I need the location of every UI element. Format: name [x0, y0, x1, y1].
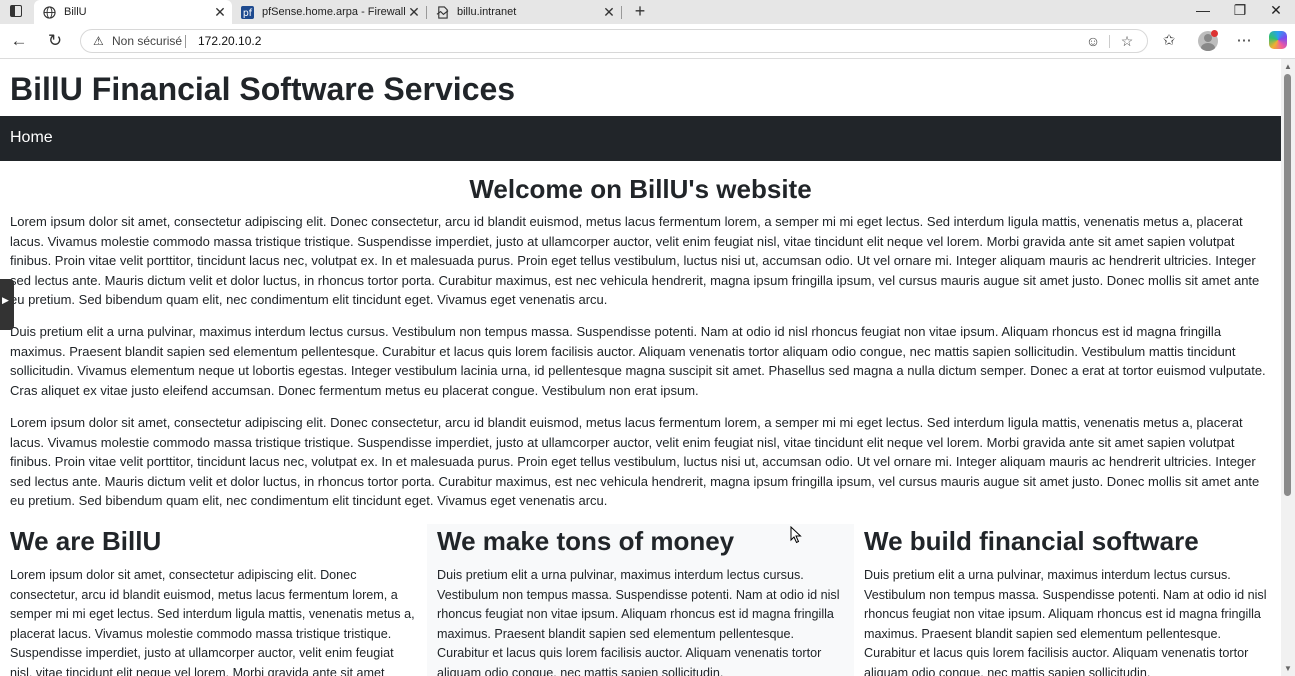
favorites-icon[interactable]: ✩ [1158, 31, 1180, 49]
reading-view-icon[interactable]: ☺ [1084, 33, 1102, 49]
column-heading: We make tons of money [437, 526, 735, 556]
tab-separator [621, 6, 622, 19]
back-button[interactable]: ← [9, 31, 29, 51]
tab-title: BillU [64, 6, 87, 18]
page-viewport: BillU Financial Software Services Home W… [0, 59, 1281, 676]
intro-paragraph: Lorem ipsum dolor sit amet, consectetur … [10, 214, 1260, 308]
divider [1109, 35, 1110, 48]
column-text: Duis pretium elit a urna pulvinar, maxim… [864, 568, 1267, 676]
column-text: Duis pretium elit a urna pulvinar, maxim… [437, 568, 840, 676]
favorite-star-icon[interactable]: ☆ [1118, 33, 1136, 50]
close-window-button[interactable]: ✕ [1266, 2, 1286, 19]
site-title: BillU Financial Software Services [10, 71, 516, 107]
warning-icon[interactable]: ⚠ [93, 34, 104, 48]
tab-billu-intranet[interactable]: billu.intranet ✕ [427, 0, 621, 24]
svg-text:pf: pf [242, 8, 252, 19]
close-tab-icon[interactable]: ✕ [406, 4, 422, 21]
column-text: Lorem ipsum dolor sit amet, consectetur … [10, 568, 415, 676]
navbar: Home [0, 116, 1281, 161]
security-label[interactable]: Non sécurisé [112, 34, 182, 48]
intro-paragraph: Duis pretium elit a urna pulvinar, maxim… [10, 324, 1266, 398]
nav-home-link[interactable]: Home [10, 129, 53, 147]
close-tab-icon[interactable]: ✕ [601, 4, 617, 21]
feature-column: We make tons of money Duis pretium elit … [427, 524, 854, 676]
toolbar: ← ↻ ⚠ Non sécurisé 172.20.10.2 ☺ ☆ [0, 24, 1295, 59]
column-heading: We build financial software [864, 526, 1199, 556]
caret-right-icon: ▶ [2, 295, 9, 305]
more-menu-icon[interactable]: ⋯ [1233, 31, 1255, 49]
close-tab-icon[interactable]: ✕ [212, 4, 228, 21]
globe-icon [42, 5, 56, 19]
pfsense-icon: pf [240, 5, 254, 19]
copilot-icon[interactable] [1269, 31, 1287, 49]
minimize-button[interactable]: — [1193, 2, 1213, 18]
sidebar-toggle-handle[interactable]: ▶ [0, 279, 14, 330]
intro-paragraph: Lorem ipsum dolor sit amet, consectetur … [10, 415, 1260, 509]
mouse-cursor-icon [790, 526, 802, 544]
tab-actions-icon[interactable] [10, 5, 22, 17]
scrollbar-thumb[interactable] [1284, 74, 1291, 496]
broken-page-icon [435, 5, 449, 19]
tab-strip: BillU ✕ pf pfSense.home.arpa - Firewall:… [0, 0, 1295, 24]
new-tab-button[interactable]: + [630, 1, 650, 22]
reload-button[interactable]: ↻ [45, 31, 65, 51]
address-bar[interactable]: ⚠ Non sécurisé 172.20.10.2 ☺ ☆ [80, 29, 1148, 53]
profile-notification-badge [1211, 30, 1218, 37]
tab-pfsense[interactable]: pf pfSense.home.arpa - Firewall: Rules ✕ [232, 0, 426, 24]
url-text[interactable]: 172.20.10.2 [198, 34, 261, 48]
feature-column: We build financial software Duis pretium… [854, 524, 1281, 676]
column-heading: We are BillU [10, 526, 162, 556]
divider [185, 35, 186, 48]
tab-title: billu.intranet [457, 6, 517, 18]
welcome-heading: Welcome on BillU's website [469, 174, 812, 204]
scroll-up-icon[interactable]: ▲ [1284, 62, 1292, 71]
feature-column: We are BillU Lorem ipsum dolor sit amet,… [0, 524, 427, 676]
restore-button[interactable]: ❐ [1230, 2, 1250, 19]
scroll-down-icon[interactable]: ▼ [1284, 664, 1292, 673]
tab-billu[interactable]: BillU ✕ [34, 0, 232, 24]
tab-title: pfSense.home.arpa - Firewall: Rules [262, 6, 406, 18]
vertical-scrollbar[interactable]: ▲ ▼ [1281, 59, 1295, 676]
